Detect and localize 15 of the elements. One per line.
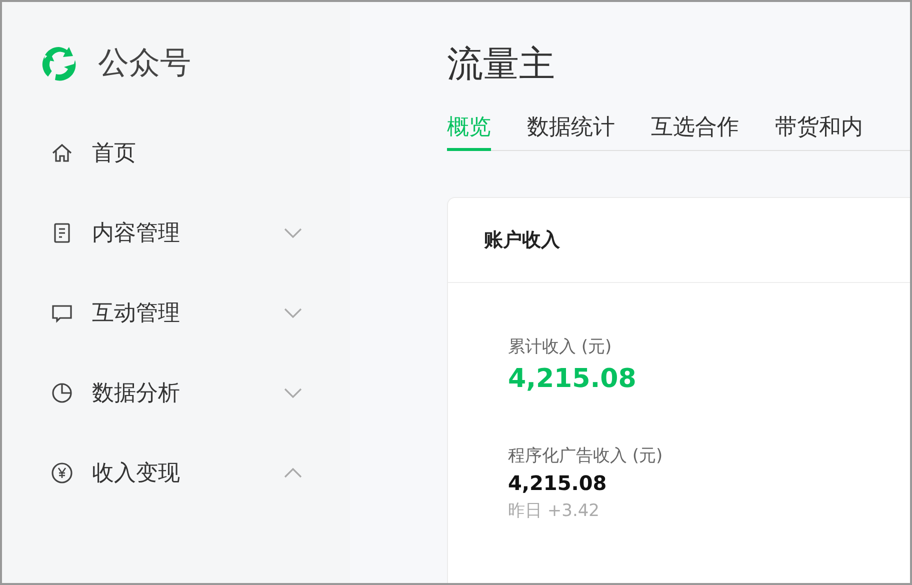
stat-value: 4,215.08 bbox=[508, 364, 636, 394]
tab[interactable]: 带货和内 bbox=[775, 112, 863, 151]
logo-text: 公众号 bbox=[98, 44, 191, 83]
pie-chart-icon bbox=[50, 381, 74, 405]
home-icon bbox=[50, 141, 74, 165]
yen-icon bbox=[50, 461, 74, 485]
stat-label: 累计收入 (元) bbox=[508, 336, 612, 358]
page-title: 流量主 bbox=[447, 43, 556, 87]
tab[interactable]: 互选合作 bbox=[651, 112, 739, 151]
stat-label: 程序化广告收入 (元) bbox=[508, 445, 663, 467]
card-title: 账户收入 bbox=[484, 228, 560, 253]
stat-note: 昨日 +3.42 bbox=[508, 500, 600, 522]
stat-value: 4,215.08 bbox=[508, 471, 607, 495]
tab[interactable]: 数据统计 bbox=[527, 112, 615, 151]
logo-icon bbox=[40, 44, 78, 82]
